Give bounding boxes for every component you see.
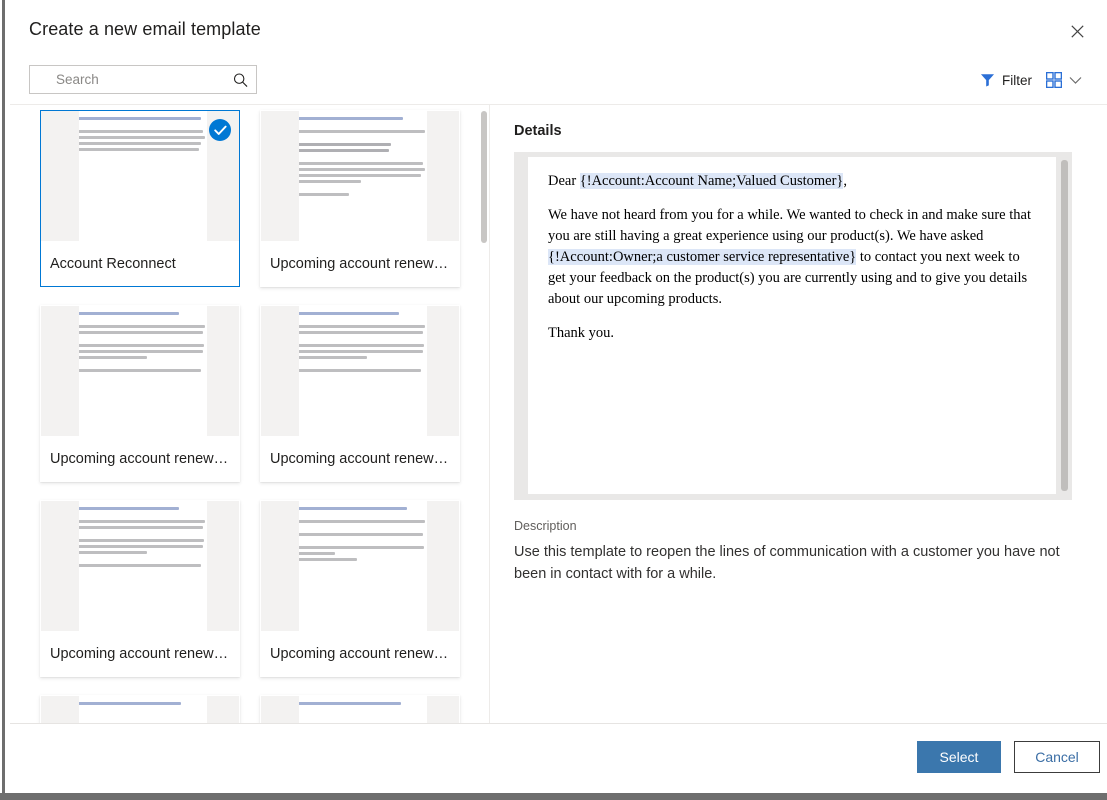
preview-scrollbar-thumb[interactable] (1061, 160, 1068, 491)
thumbnail-document (79, 111, 207, 241)
thumbnail-document (299, 696, 427, 723)
template-card[interactable]: Upcoming account renewa... (260, 500, 460, 677)
thumbnail-document (299, 111, 427, 241)
body-part-1: We have not heard from you for a while. … (548, 207, 1031, 244)
dialog-body: Account Reconnect (10, 105, 1107, 723)
page-bottom-edge (0, 793, 1107, 800)
template-card[interactable] (40, 695, 240, 723)
thumbnail-document (299, 306, 427, 436)
template-card[interactable]: Upcoming account renewa... (40, 305, 240, 482)
template-card[interactable]: Account Reconnect (40, 110, 240, 287)
filter-funnel-icon (980, 73, 995, 87)
template-card[interactable]: Upcoming account renewa... (260, 305, 460, 482)
dialog-title: Create a new email template (29, 19, 261, 40)
preview-document: Dear {!Account:Account Name;Valued Custo… (528, 157, 1056, 494)
template-thumbnail (41, 501, 239, 631)
template-card-label: Upcoming account renewa... (41, 631, 239, 676)
template-thumbnail (261, 111, 459, 241)
template-card-list: Account Reconnect (10, 105, 489, 723)
description-label: Description (514, 519, 577, 533)
template-card[interactable]: Upcoming account renewa... (260, 110, 460, 287)
template-card-title: Upcoming account renewa... (270, 451, 450, 467)
template-card-title: Upcoming account renewa... (270, 256, 450, 272)
merge-field-account-name: {!Account:Account Name;Valued Customer} (580, 173, 844, 189)
preview-scrollbar[interactable] (1060, 160, 1069, 491)
template-card-label: Upcoming account renewa... (261, 436, 459, 481)
greeting-prefix: Dear (548, 173, 580, 189)
greeting-suffix: , (843, 173, 847, 189)
dialog-surface: Create a new email template (5, 0, 1107, 793)
filter-label: Filter (1002, 73, 1032, 88)
gallery-scrollbar[interactable] (479, 105, 489, 723)
description-text: Use this template to reopen the lines of… (514, 542, 1072, 586)
thumbnail-document (79, 501, 207, 631)
command-bar-right: Filter (973, 66, 1089, 94)
template-thumbnail (41, 111, 239, 241)
template-card-title: Account Reconnect (50, 256, 230, 272)
template-thumbnail (41, 696, 239, 723)
template-card-label: Upcoming account renewa... (261, 241, 459, 286)
thumbnail-document (79, 696, 207, 723)
thumbnail-document (299, 501, 427, 631)
template-thumbnail (261, 696, 459, 723)
template-preview: Dear {!Account:Account Name;Valued Custo… (514, 152, 1072, 500)
template-card[interactable] (260, 695, 460, 723)
gallery-scrollbar-thumb[interactable] (481, 111, 487, 243)
dialog-footer: Select Cancel (10, 724, 1107, 793)
template-card-title: Upcoming account renewa... (50, 451, 230, 467)
close-icon[interactable] (1059, 13, 1095, 49)
chevron-down-icon (1069, 76, 1082, 85)
grid-view-icon (1046, 72, 1062, 88)
template-gallery: Account Reconnect (10, 105, 489, 723)
template-card-label: Upcoming account renewa... (41, 436, 239, 481)
template-card-title: Upcoming account renewa... (270, 646, 450, 662)
dialog-root: Create a new email template (0, 0, 1107, 800)
search-box[interactable] (29, 65, 257, 94)
preview-body: We have not heard from you for a while. … (548, 205, 1040, 310)
search-input[interactable] (30, 66, 256, 93)
preview-greeting: Dear {!Account:Account Name;Valued Custo… (548, 171, 1040, 192)
thumbnail-document (79, 306, 207, 436)
view-switcher-button[interactable] (1039, 66, 1089, 94)
select-button[interactable]: Select (917, 741, 1001, 773)
details-heading: Details (514, 123, 562, 139)
template-thumbnail (261, 306, 459, 436)
template-card-title: Upcoming account renewa... (50, 646, 230, 662)
preview-closing: Thank you. (548, 323, 1040, 344)
filter-button[interactable]: Filter (973, 66, 1039, 94)
template-card-label: Account Reconnect (41, 241, 239, 286)
cancel-button[interactable]: Cancel (1014, 741, 1100, 773)
template-card[interactable]: Upcoming account renewa... (40, 500, 240, 677)
merge-field-account-owner: {!Account:Owner;a customer service repre… (548, 249, 856, 265)
template-thumbnail (261, 501, 459, 631)
details-pane: Details Dear {!Account:Account Name;Valu… (490, 105, 1107, 723)
checkmark-circle-icon (209, 119, 231, 141)
template-thumbnail (41, 306, 239, 436)
template-card-label: Upcoming account renewa... (261, 631, 459, 676)
search-icon[interactable] (233, 72, 248, 87)
